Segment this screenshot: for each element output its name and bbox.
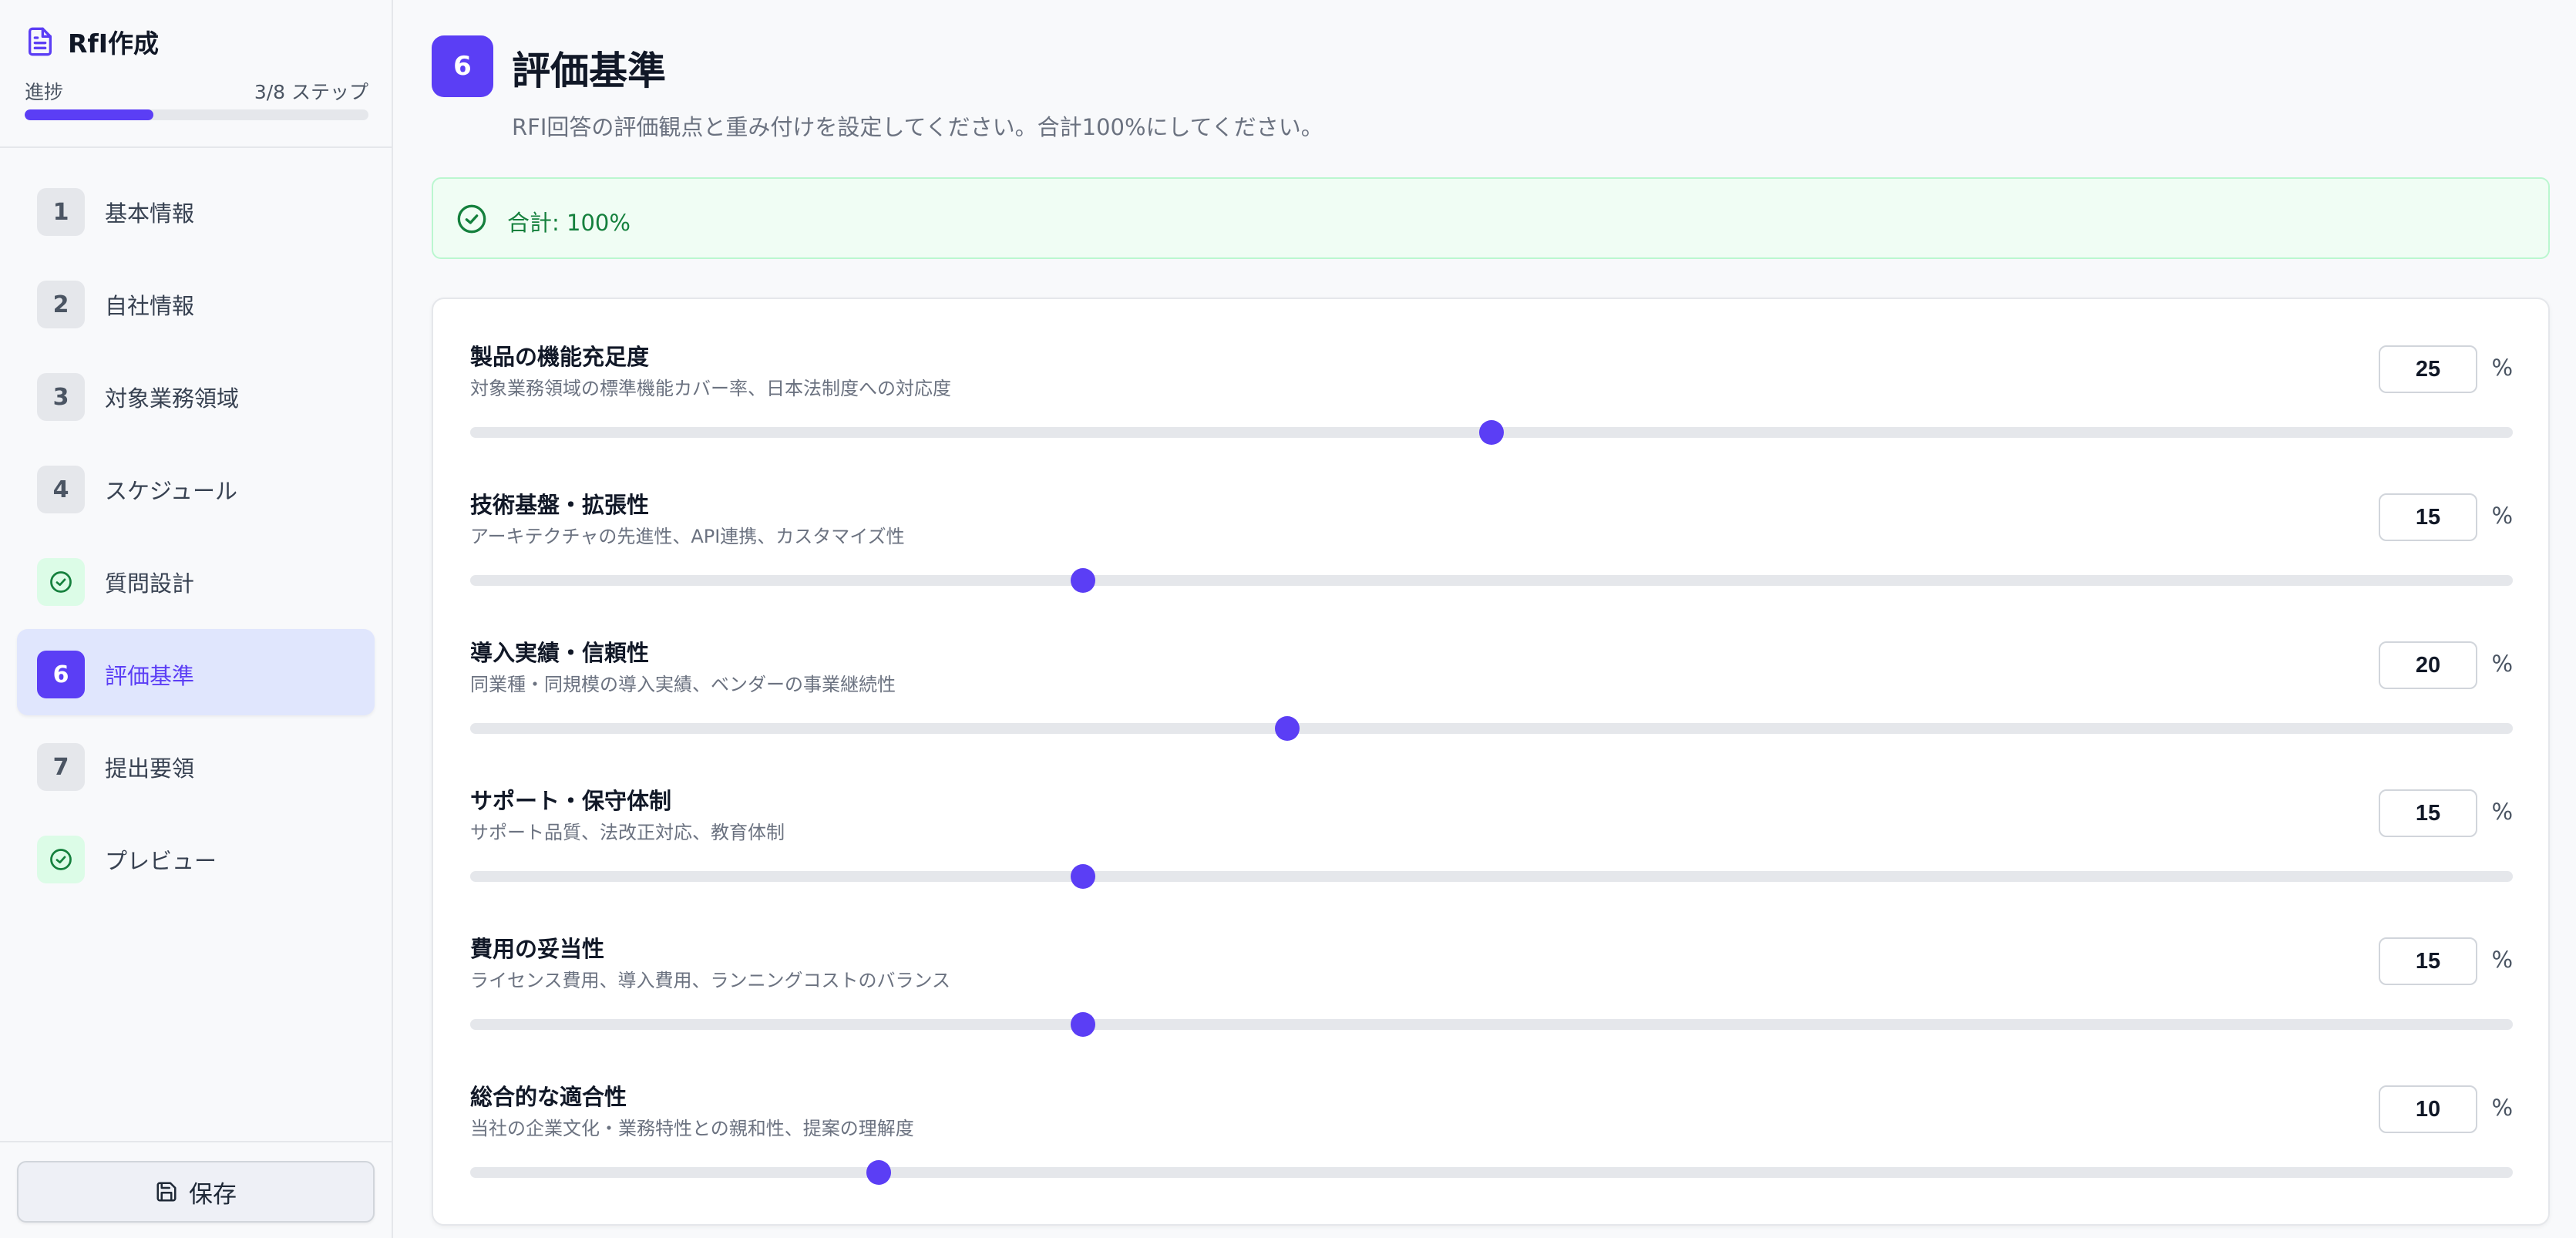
step-badge: 3 bbox=[37, 373, 85, 421]
nav-item-label: スケジュール bbox=[105, 478, 237, 504]
nav-item-label: 自社情報 bbox=[105, 293, 195, 319]
slider-thumb[interactable] bbox=[1071, 864, 1095, 889]
criterion-row: 技術基盤・拡張性アーキテクチャの先進性、API連携、カスタマイズ性% bbox=[470, 447, 2513, 593]
nav-item-label: 評価基準 bbox=[105, 663, 195, 689]
criterion-row: 総合的な適合性当社の企業文化・業務特性との親和性、提案の理解度% bbox=[470, 1039, 2513, 1185]
criterion-description: サポート品質、法改正対応、教育体制 bbox=[470, 822, 785, 843]
nav-item-step-3[interactable]: 3 対象業務領域 bbox=[17, 352, 375, 438]
save-label: 保存 bbox=[189, 1180, 237, 1209]
criterion-description: ライセンス費用、導入費用、ランニングコストのバランス bbox=[470, 970, 951, 991]
criterion-row: 導入実績・信頼性同業種・同規模の導入実績、ベンダーの事業継続性% bbox=[470, 595, 2513, 741]
weight-slider[interactable] bbox=[470, 1160, 2513, 1185]
nav-item-step-7[interactable]: 7 提出要領 bbox=[17, 722, 375, 808]
criterion-name: 費用の妥当性 bbox=[470, 936, 605, 962]
weight-slider[interactable] bbox=[470, 864, 2513, 889]
criterion-row: サポート・保守体制サポート品質、法改正対応、教育体制% bbox=[470, 743, 2513, 889]
criterion-name: 技術基盤・拡張性 bbox=[470, 492, 650, 518]
criterion-description: 対象業務領域の標準機能カバー率、日本法制度への対応度 bbox=[470, 378, 951, 399]
criterion-row: 費用の妥当性ライセンス費用、導入費用、ランニングコストのバランス% bbox=[470, 891, 2513, 1037]
criterion-name: 製品の機能充足度 bbox=[470, 344, 650, 370]
progress-fill bbox=[25, 109, 154, 120]
criterion-name: 導入実績・信頼性 bbox=[470, 640, 650, 666]
step-badge: 6 bbox=[37, 651, 85, 698]
weight-input[interactable] bbox=[2379, 641, 2477, 689]
progress-label: 進捗 bbox=[25, 81, 64, 103]
step-badge: 4 bbox=[37, 466, 85, 513]
percent-unit: % bbox=[2491, 355, 2513, 381]
save-icon bbox=[156, 1182, 177, 1202]
percent-unit: % bbox=[2491, 1095, 2513, 1121]
step-badge: 1 bbox=[37, 188, 85, 236]
weight-input[interactable] bbox=[2379, 1085, 2477, 1133]
percent-unit: % bbox=[2491, 947, 2513, 973]
slider-thumb[interactable] bbox=[866, 1160, 891, 1185]
weight-slider[interactable] bbox=[470, 420, 2513, 445]
weight-slider[interactable] bbox=[470, 716, 2513, 741]
criteria-card: 製品の機能充足度対象業務領域の標準機能カバー率、日本法制度への対応度%技術基盤・… bbox=[432, 298, 2550, 1226]
slider-thumb[interactable] bbox=[1479, 420, 1504, 445]
weight-slider[interactable] bbox=[470, 1012, 2513, 1037]
step-badge: 2 bbox=[37, 281, 85, 328]
sidebar-header: RfI作成 進捗 3/8 ステップ bbox=[0, 0, 392, 148]
percent-unit: % bbox=[2491, 651, 2513, 677]
sidebar-footer: 保存 bbox=[0, 1141, 392, 1238]
nav-item-step-4[interactable]: 4 スケジュール bbox=[17, 444, 375, 530]
nav-item-label: プレビュー bbox=[105, 848, 217, 874]
nav-item-label: 提出要領 bbox=[105, 755, 195, 782]
app-title: RfI作成 bbox=[68, 29, 160, 59]
criterion-description: 当社の企業文化・業務特性との親和性、提案の理解度 bbox=[470, 1118, 914, 1139]
criterion-row: 製品の機能充足度対象業務領域の標準機能カバー率、日本法制度への対応度% bbox=[470, 299, 2513, 445]
sidebar: RfI作成 進捗 3/8 ステップ 1 基本情報 2 自社情報 3 対象業務領域 4 スケジュ… bbox=[0, 0, 393, 1238]
nav-item-step-1[interactable]: 1 基本情報 bbox=[17, 167, 375, 253]
total-text: 合計: 100% bbox=[507, 210, 631, 236]
criterion-description: アーキテクチャの先進性、API連携、カスタマイズ性 bbox=[470, 526, 905, 547]
percent-unit: % bbox=[2491, 799, 2513, 825]
progress-steps: 3/8 ステップ bbox=[254, 81, 368, 103]
criterion-description: 同業種・同規模の導入実績、ベンダーの事業継続性 bbox=[470, 674, 896, 695]
progress-bar bbox=[25, 109, 368, 120]
criterion-name: 総合的な適合性 bbox=[470, 1084, 627, 1110]
nav-item-label: 基本情報 bbox=[105, 200, 195, 227]
check-circle-icon bbox=[37, 836, 85, 883]
percent-unit: % bbox=[2491, 503, 2513, 529]
total-status-banner: 合計: 100% bbox=[432, 177, 2550, 259]
step-number-badge: 6 bbox=[432, 35, 493, 97]
slider-thumb[interactable] bbox=[1071, 568, 1095, 593]
main-content: 6 評価基準 RFI回答の評価観点と重み付けを設定してください。合計100%にし… bbox=[393, 0, 2576, 1238]
criterion-name: サポート・保守体制 bbox=[470, 788, 672, 814]
document-icon bbox=[29, 27, 52, 56]
slider-thumb[interactable] bbox=[1275, 716, 1300, 741]
nav-item-step-8[interactable]: プレビュー bbox=[17, 814, 375, 900]
weight-input[interactable] bbox=[2379, 789, 2477, 837]
step-badge: 7 bbox=[37, 743, 85, 791]
weight-slider[interactable] bbox=[470, 568, 2513, 593]
nav-item-label: 対象業務領域 bbox=[105, 385, 240, 412]
page-title: 評価基準 bbox=[512, 49, 666, 93]
save-button[interactable]: 保存 bbox=[17, 1161, 375, 1223]
weight-input[interactable] bbox=[2379, 937, 2477, 985]
nav-item-label: 質問設計 bbox=[105, 570, 195, 597]
page-description: RFI回答の評価観点と重み付けを設定してください。合計100%にしてください。 bbox=[512, 114, 1323, 140]
weight-input[interactable] bbox=[2379, 493, 2477, 541]
nav-item-step-5[interactable]: 質問設計 bbox=[17, 537, 375, 623]
slider-thumb[interactable] bbox=[1071, 1012, 1095, 1037]
check-circle-icon bbox=[457, 204, 486, 234]
check-circle-icon bbox=[37, 558, 85, 606]
nav-item-step-6[interactable]: 6 評価基準 bbox=[17, 629, 375, 715]
weight-input[interactable] bbox=[2379, 345, 2477, 393]
nav-item-step-2[interactable]: 2 自社情報 bbox=[17, 259, 375, 345]
